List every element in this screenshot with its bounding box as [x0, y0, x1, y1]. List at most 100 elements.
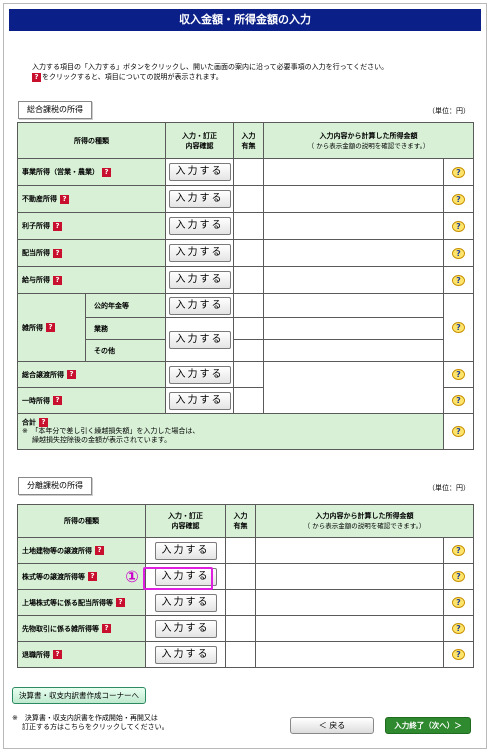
- input-button-listed-dividend[interactable]: 入力する: [154, 593, 217, 612]
- help-icon[interactable]: ?: [60, 194, 69, 204]
- explain-icon[interactable]: ?: [452, 545, 465, 556]
- explain-icon[interactable]: ?: [452, 571, 465, 582]
- help-icon[interactable]: ?: [88, 572, 97, 581]
- input-button-temporary[interactable]: 入力する: [168, 391, 231, 410]
- unit-label-comprehensive: （単位：円）: [428, 107, 470, 115]
- sub-label-pension: 公的年金等: [85, 293, 166, 318]
- row-label: 不動産所得: [22, 195, 57, 203]
- explain-icon[interactable]: ?: [452, 369, 465, 380]
- table-row: 事業所得（営業・農業）? 入力する ?: [17, 158, 475, 186]
- total-note-1: ※ 「本年分で差し引く繰越損失額」を入力した場合は、: [22, 427, 200, 436]
- header-confirm: 入力・訂正 内容確認: [165, 122, 234, 159]
- total-note-2: 繰越損失控除後の金額が表示されています。: [32, 436, 172, 445]
- help-icon[interactable]: ?: [53, 396, 62, 405]
- total-label: 合計: [22, 418, 36, 427]
- section-label-separate: 分離課税の所得: [18, 477, 92, 495]
- help-icon[interactable]: ?: [53, 275, 62, 285]
- table-row: 先物取引に係る雑所得等? 入力する ?: [17, 615, 475, 642]
- separate-table: 所得の種類 入力・訂正 内容確認 入力 有無 入力内容から計算した所得金額 （ …: [17, 504, 475, 668]
- explain-icon[interactable]: ?: [452, 274, 465, 286]
- explain-icon[interactable]: ?: [452, 247, 465, 259]
- row-label: 上場株式等に係る配当所得等: [22, 598, 113, 607]
- input-button-misc-other[interactable]: 入力する: [168, 330, 231, 349]
- header-kind: 所得の種類: [17, 504, 146, 538]
- input-button-futures[interactable]: 入力する: [154, 619, 217, 638]
- explain-icon[interactable]: ?: [452, 322, 465, 333]
- step-marker: ①: [125, 567, 139, 586]
- row-label: 退職所得: [22, 650, 50, 659]
- help-icon[interactable]: ?: [53, 221, 62, 231]
- table-row: 上場株式等に係る配当所得等? 入力する ?: [17, 589, 475, 616]
- explain-icon[interactable]: ?: [452, 623, 465, 634]
- help-icon[interactable]: ?: [39, 417, 48, 427]
- intro-line-1: 入力する項目の「入力する」ボタンをクリックし、開いた画面の案内に沿って必要事項の…: [32, 63, 389, 71]
- row-label: 雑所得: [22, 323, 43, 332]
- table-row: 利子所得? 入力する ?: [17, 212, 475, 240]
- table-row: 株式等の譲渡所得等? 入力する ?: [17, 563, 475, 590]
- row-label: 利子所得: [22, 222, 50, 230]
- input-button-transfer[interactable]: 入力する: [168, 365, 231, 384]
- help-icon[interactable]: ?: [102, 167, 111, 177]
- explain-icon[interactable]: ?: [452, 426, 465, 437]
- header-presence: 入力 有無: [225, 504, 256, 538]
- intro-line-2: ? をクリックすると、項目についての説明が表示されます。: [32, 72, 452, 82]
- help-icon[interactable]: ?: [53, 248, 62, 258]
- table-row: 退職所得? 入力する ?: [17, 641, 475, 668]
- header-confirm: 入力・訂正 内容確認: [145, 504, 226, 538]
- intro-line-2-text: をクリックすると、項目についての説明が表示されます。: [42, 73, 223, 81]
- unit-label-separate: （単位：円）: [428, 484, 470, 492]
- help-icon[interactable]: ?: [102, 624, 111, 633]
- input-button-retirement[interactable]: 入力する: [154, 645, 217, 664]
- explain-icon[interactable]: ?: [452, 220, 465, 232]
- row-label: 配当所得: [22, 249, 50, 257]
- row-label: 土地建物等の譲渡所得: [22, 546, 92, 555]
- footnote-line-2: 訂正する方はこちらをクリックしてください。: [22, 723, 169, 731]
- input-button-real-estate[interactable]: 入力する: [168, 190, 231, 208]
- footnote-line-1: ※ 決算書・収支内訳書を作成開始・再開又は: [12, 714, 158, 722]
- help-icon: ?: [32, 72, 41, 82]
- table-row: 給与所得? 入力する ?: [17, 266, 475, 294]
- row-label: 総合譲渡所得: [22, 370, 64, 379]
- header-amount: 入力内容から計算した所得金額 （ から表示金額の説明を確認できます。）: [262, 122, 475, 159]
- comprehensive-table: 所得の種類 入力・訂正 内容確認 入力 有無 入力内容から計算した所得金額 （ …: [17, 122, 475, 450]
- help-icon[interactable]: ?: [95, 546, 104, 555]
- row-label: 株式等の譲渡所得等: [22, 572, 85, 581]
- sub-label-business: 業務: [85, 317, 166, 340]
- input-button-dividend[interactable]: 入力する: [168, 244, 231, 262]
- table-row: 雑所得? 公的年金等 入力する ?: [17, 293, 475, 362]
- input-button-salary[interactable]: 入力する: [168, 271, 231, 289]
- table-row-total: 合計? ※ 「本年分で差し引く繰越損失額」を入力した場合は、 繰越損失控除後の金…: [17, 413, 475, 450]
- highlight-box: [143, 567, 213, 590]
- help-icon[interactable]: ?: [53, 650, 62, 659]
- row-label: 事業所得（営業・農業）: [22, 168, 99, 176]
- explain-icon[interactable]: ?: [452, 395, 465, 406]
- table-row: その他: [18, 339, 474, 362]
- footnote: ※ 決算書・収支内訳書を作成開始・再開又は 訂正する方はこちらをクリックしてくだ…: [12, 714, 242, 732]
- table-row: 土地建物等の譲渡所得? 入力する ?: [17, 537, 475, 564]
- explain-icon[interactable]: ?: [452, 597, 465, 608]
- header-amount: 入力内容から計算した所得金額 （ から表示金額の説明を確認できます。）: [254, 504, 475, 538]
- input-button-pension[interactable]: 入力する: [168, 296, 231, 315]
- help-icon[interactable]: ?: [67, 370, 76, 379]
- header-presence: 入力 有無: [233, 122, 264, 159]
- row-label: 先物取引に係る雑所得等: [22, 624, 99, 633]
- help-icon[interactable]: ?: [46, 323, 55, 332]
- header-kind: 所得の種類: [17, 122, 166, 159]
- explain-icon[interactable]: ?: [452, 166, 465, 178]
- table-row: 不動産所得? 入力する ?: [17, 185, 475, 213]
- section-label-comprehensive: 総合課税の所得: [18, 101, 92, 119]
- explain-icon[interactable]: ?: [452, 193, 465, 205]
- help-icon[interactable]: ?: [116, 598, 125, 607]
- row-label: 一時所得: [22, 396, 50, 405]
- table-row: 業務 入力する: [18, 317, 474, 362]
- input-button-business[interactable]: 入力する: [168, 163, 231, 181]
- explain-icon[interactable]: ?: [452, 649, 465, 660]
- input-button-interest[interactable]: 入力する: [168, 217, 231, 235]
- finish-next-button[interactable]: 入力終了（次へ）＞: [385, 717, 471, 734]
- table-row: 配当所得? 入力する ?: [17, 239, 475, 267]
- settlement-corner-button[interactable]: 決算書・収支内訳書作成コーナーへ: [12, 687, 146, 704]
- back-button[interactable]: ＜ 戻る: [290, 717, 374, 734]
- input-button-land[interactable]: 入力する: [154, 541, 217, 560]
- sub-label-other: その他: [85, 339, 166, 362]
- page-title: 収入金額・所得金額の入力: [9, 9, 481, 31]
